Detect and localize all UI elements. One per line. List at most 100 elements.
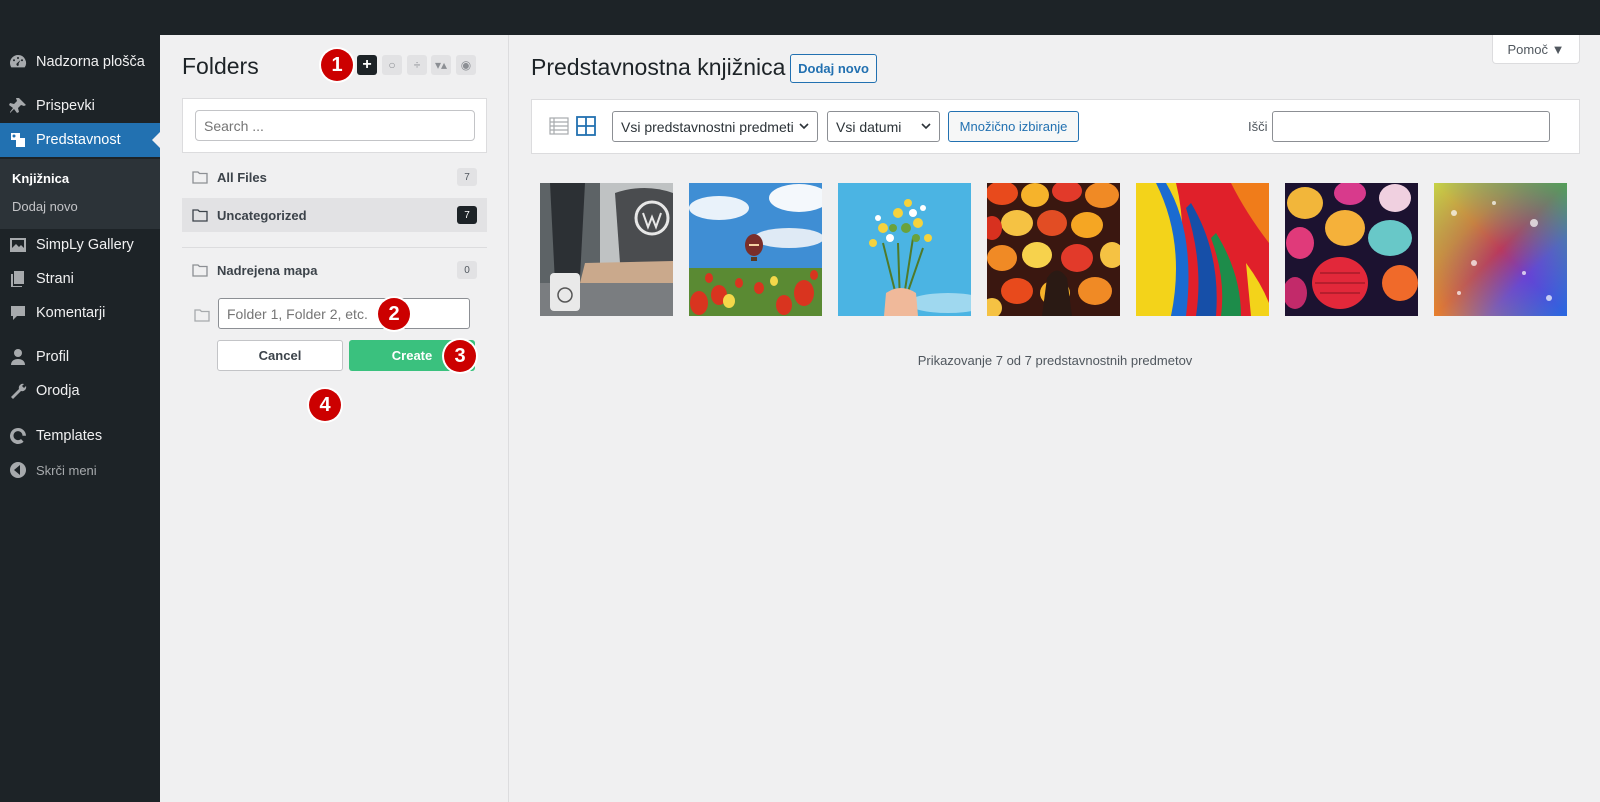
flowers-sky-photo [838, 183, 971, 316]
lanterns-photo [987, 183, 1120, 316]
media-count-text: Prikazovanje 7 od 7 predstavnostnih pred… [917, 353, 1193, 368]
visibility-button[interactable]: ◉ [456, 55, 476, 75]
date-filter-value: Vsi datumi [836, 118, 902, 135]
step-marker-4: 4 [309, 389, 341, 421]
folders-title: Folders [182, 53, 259, 79]
sidebar-item-label: Prispevki [36, 98, 95, 114]
folder-count: 0 [457, 261, 477, 279]
collapse-button[interactable]: ▾▴ [431, 55, 451, 75]
user-icon [0, 347, 36, 367]
cancel-button[interactable]: Cancel [217, 340, 343, 371]
admin-sidebar: Nadzorna plošča Prispevki Predstavnost K… [0, 35, 160, 802]
circle-icon: ○ [388, 58, 396, 72]
glitter-photo [1434, 183, 1567, 316]
sidebar-item-label: Orodja [36, 383, 80, 399]
sidebar-item-profile[interactable]: Profil [0, 340, 160, 374]
submenu-library[interactable]: Knjižnica [12, 171, 69, 186]
sort-button[interactable]: ÷ [407, 55, 427, 75]
circle-button[interactable]: ○ [382, 55, 402, 75]
balloon-tulips-photo [689, 183, 822, 316]
help-tab-button[interactable]: Pomoč ▼ [1492, 35, 1580, 64]
media-grid [540, 183, 1580, 317]
folder-icon [194, 308, 210, 327]
folder-label: Uncategorized [217, 207, 307, 223]
eye-icon: ◉ [460, 58, 472, 72]
plus-icon: + [362, 56, 372, 73]
media-submenu: Knjižnica Dodaj novo [0, 159, 160, 229]
gallery-icon [0, 235, 36, 255]
sidebar-item-dashboard[interactable]: Nadzorna plošča [0, 45, 160, 79]
folder-item-nadrejena-mapa[interactable]: Nadrejena mapa 0 [182, 253, 487, 287]
folder-search-input[interactable] [195, 110, 475, 141]
sidebar-item-pages[interactable]: Strani [0, 262, 160, 296]
sidebar-item-label: Templates [36, 428, 103, 444]
folder-icon [182, 170, 217, 184]
media-type-filter[interactable]: Vsi predstavnostni predmeti [612, 111, 818, 142]
collapse-arrows-icon: ▾▴ [434, 58, 448, 72]
sidebar-item-posts[interactable]: Prispevki [0, 89, 160, 123]
folder-icon [182, 263, 217, 277]
sidebar-item-label: SimpLy Gallery [36, 237, 134, 253]
wrench-icon [0, 381, 36, 401]
templates-icon [0, 426, 36, 446]
pages-icon [0, 269, 36, 289]
folder-count: 7 [457, 168, 477, 186]
step-marker-1: 1 [321, 49, 353, 81]
sidebar-item-label: Profil [36, 349, 70, 365]
step-marker-2: 2 [378, 298, 410, 330]
media-search-label: Išči [1248, 119, 1268, 134]
media-thumbnail[interactable] [689, 183, 822, 316]
sidebar-item-label: Strani [36, 271, 74, 287]
media-icon [0, 130, 36, 150]
feathers-photo [1136, 183, 1269, 316]
sidebar-item-tools[interactable]: Orodja [0, 374, 160, 408]
laptop-photo [540, 183, 673, 316]
new-folder-name-input[interactable] [218, 298, 470, 329]
date-filter[interactable]: Vsi datumi [827, 111, 940, 142]
page-title: Predstavnostna knjižnica [531, 54, 786, 80]
grid-view-icon[interactable] [575, 115, 597, 137]
pin-icon [0, 96, 36, 116]
media-search-input[interactable] [1272, 111, 1550, 142]
folder-item-uncategorized[interactable]: Uncategorized 7 [182, 198, 487, 232]
sidebar-item-label: Predstavnost [36, 132, 121, 148]
sidebar-item-collapse[interactable]: Skrči meni [0, 453, 160, 487]
folder-label: All Files [217, 169, 267, 185]
media-thumbnail[interactable] [987, 183, 1120, 316]
comment-icon [0, 303, 36, 323]
folder-count: 7 [457, 206, 477, 224]
admin-bar [0, 0, 1600, 35]
sidebar-item-label: Komentarji [36, 305, 106, 321]
add-new-button[interactable]: Dodaj novo [790, 54, 877, 83]
help-label: Pomoč ▼ [1507, 41, 1565, 57]
submenu-add-new[interactable]: Dodaj novo [12, 199, 78, 214]
media-library: Pomoč ▼ Predstavnostna knjižnica Dodaj n… [510, 35, 1600, 802]
media-thumbnail[interactable] [1136, 183, 1269, 316]
sidebar-item-label: Skrči meni [36, 462, 97, 478]
sidebar-item-templates[interactable]: Templates [0, 419, 160, 453]
folder-search-box [182, 98, 487, 153]
sidebar-item-media[interactable]: Predstavnost [0, 123, 160, 157]
dashboard-icon [0, 52, 36, 72]
folder-icon [182, 208, 217, 222]
media-thumbnail[interactable] [540, 183, 673, 316]
sidebar-item-comments[interactable]: Komentarji [0, 296, 160, 330]
folder-label: Nadrejena mapa [217, 262, 318, 278]
bulk-select-button[interactable]: Množično izbiranje [948, 111, 1079, 142]
step-marker-3: 3 [444, 340, 476, 372]
media-thumbnail[interactable] [838, 183, 971, 316]
lanterns-night-photo [1285, 183, 1418, 316]
media-toolbar: Vsi predstavnostni predmeti Vsi datumi M… [531, 99, 1580, 154]
list-view-icon[interactable] [548, 115, 570, 137]
folder-divider [182, 247, 487, 248]
chevron-down-icon [799, 123, 809, 130]
media-thumbnail[interactable] [1285, 183, 1418, 316]
sort-icon: ÷ [413, 58, 421, 72]
chevron-down-icon [921, 123, 931, 130]
folder-item-all-files[interactable]: All Files 7 [182, 160, 487, 194]
media-thumbnail[interactable] [1434, 183, 1567, 316]
sidebar-item-label: Nadzorna plošča [36, 54, 145, 70]
media-type-filter-value: Vsi predstavnostni predmeti [621, 118, 794, 135]
new-folder-button[interactable]: + [357, 55, 377, 75]
sidebar-item-simply-gallery[interactable]: SimpLy Gallery [0, 228, 160, 262]
